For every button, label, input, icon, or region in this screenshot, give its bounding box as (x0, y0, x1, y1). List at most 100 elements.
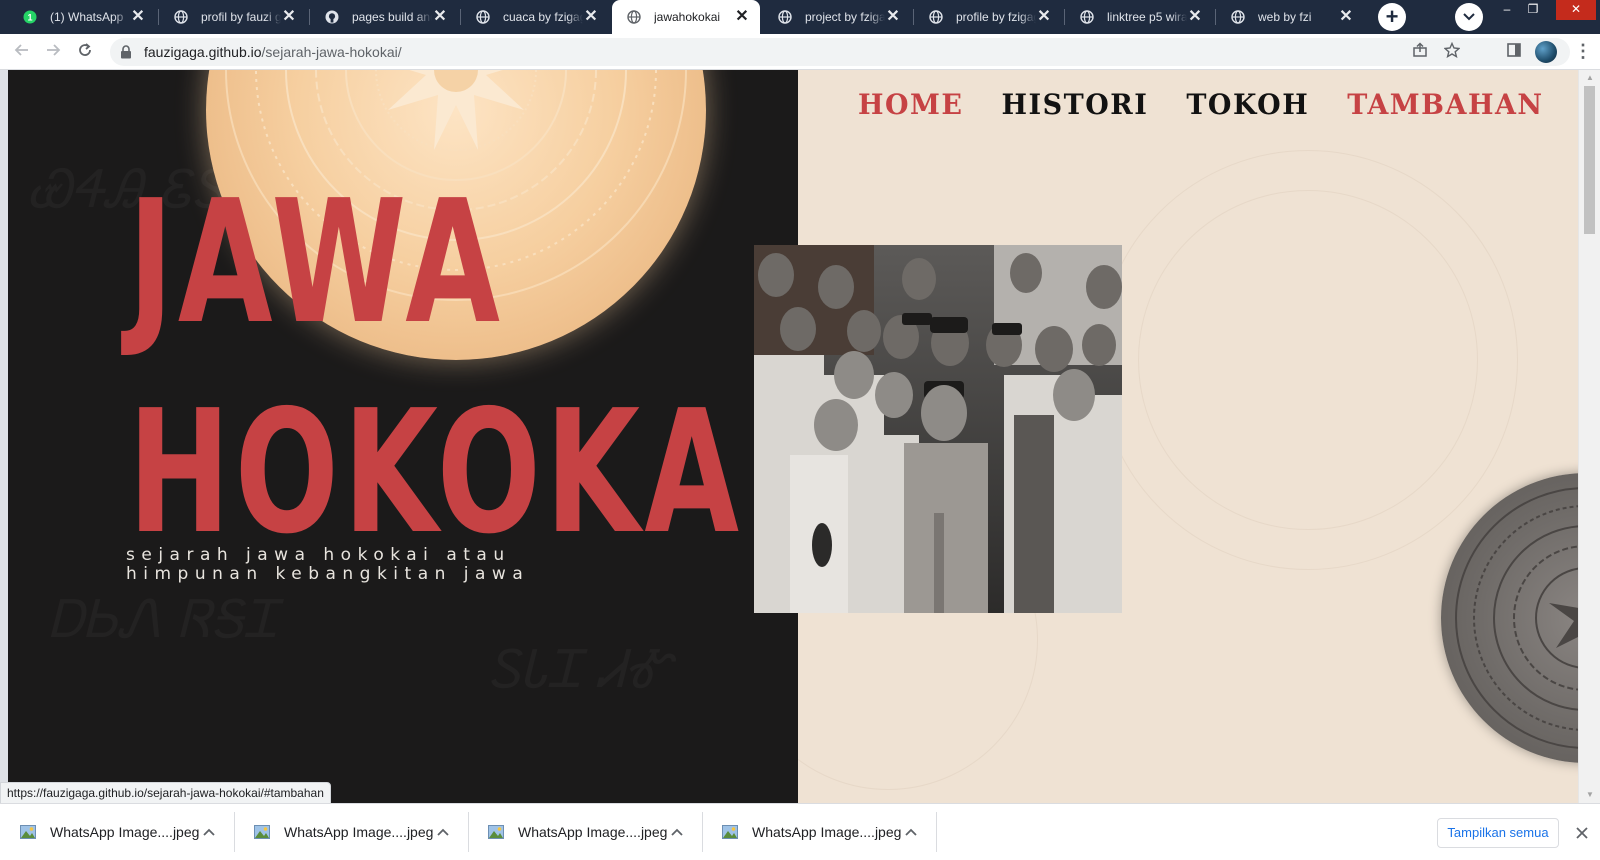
chevron-up-icon[interactable] (901, 820, 920, 844)
tab-title: web by fzi (1258, 10, 1312, 24)
scroll-down-arrow-icon[interactable]: ▼ (1579, 787, 1600, 803)
historical-group-photo (754, 245, 1122, 613)
tab-pages-build[interactable]: pages build and deployment ✕ (310, 0, 458, 34)
hero-subtitle: sejarah jawa hokokai atau himpunan keban… (126, 545, 530, 584)
url-text[interactable]: fauzigaga.github.io/sejarah-jawa-hokokai… (144, 44, 402, 60)
chevron-up-icon[interactable] (433, 820, 452, 844)
close-tab-icon[interactable]: ✕ (130, 9, 146, 25)
side-panel-button[interactable] (1502, 40, 1526, 64)
url-host: fauzigaga.github.io (144, 44, 262, 60)
lock-icon[interactable] (120, 45, 134, 59)
tab-web[interactable]: web by fzi ✕ (1216, 0, 1364, 34)
nav-histori-link[interactable]: HISTORI (1002, 90, 1149, 122)
star-icon (1443, 41, 1461, 63)
forward-button[interactable] (41, 40, 65, 64)
globe-icon (626, 9, 642, 25)
browser-toolbar: fauzigaga.github.io/sejarah-jawa-hokokai… (0, 34, 1600, 70)
whatsapp-icon: 1 (22, 9, 38, 25)
arrow-right-icon (45, 42, 61, 63)
bronze-drum-ornament (1441, 473, 1578, 763)
globe-icon (1079, 9, 1095, 25)
nav-tokoh-link[interactable]: TOKOH (1186, 90, 1309, 122)
close-tab-icon[interactable]: ✕ (281, 9, 297, 25)
profile-avatar[interactable] (1535, 41, 1557, 63)
svg-text:1: 1 (27, 13, 32, 23)
close-window-button[interactable]: ✕ (1556, 0, 1596, 20)
tab-title: project by fzigaga (805, 10, 885, 24)
address-bar[interactable]: fauzigaga.github.io/sejarah-jawa-hokokai… (110, 38, 1570, 66)
show-all-downloads-button[interactable]: Tampilkan semua (1437, 818, 1559, 848)
close-tab-icon[interactable]: ✕ (1338, 9, 1354, 25)
tab-title: pages build and deployment (352, 10, 432, 24)
tab-title: profile by fzigaga (956, 10, 1036, 24)
paper-texture-ring (1138, 190, 1478, 530)
download-filename: WhatsApp Image....jpeg (752, 824, 902, 840)
chevron-up-icon[interactable] (199, 820, 218, 844)
bookmark-button[interactable] (1440, 40, 1464, 64)
new-tab-button[interactable]: + (1378, 3, 1406, 31)
chevron-down-icon (1463, 8, 1475, 26)
restore-button[interactable]: ❐ (1520, 0, 1546, 20)
scrollbar-thumb[interactable] (1584, 86, 1595, 234)
reload-icon (77, 42, 93, 63)
globe-icon (173, 9, 189, 25)
background-script-decoration: ᎠᏏᏁ ᏒᎦᏆ (48, 590, 278, 651)
image-file-icon (254, 825, 270, 839)
tab-search-button[interactable] (1455, 3, 1483, 31)
download-item[interactable]: WhatsApp Image....jpeg (234, 812, 466, 852)
close-tab-icon[interactable]: ✕ (734, 9, 750, 25)
close-tab-icon[interactable]: ✕ (1187, 9, 1203, 25)
globe-icon (1230, 9, 1246, 25)
nav-tambahan-link[interactable]: TAMBAHAN (1347, 90, 1543, 122)
download-item[interactable]: WhatsApp Image....jpeg (702, 812, 934, 852)
close-tab-icon[interactable]: ✕ (583, 9, 599, 25)
menu-icon[interactable]: ⋮ (1574, 42, 1592, 60)
tab-title: jawahokokai (654, 10, 721, 24)
download-filename: WhatsApp Image....jpeg (284, 824, 434, 840)
download-item[interactable]: WhatsApp Image....jpeg (0, 812, 232, 852)
tab-project[interactable]: project by fzigaga ✕ (763, 0, 911, 34)
download-filename: WhatsApp Image....jpeg (518, 824, 668, 840)
reload-button[interactable] (73, 40, 97, 64)
download-shelf: WhatsApp Image....jpeg WhatsApp Image...… (0, 803, 1600, 860)
back-button[interactable] (10, 40, 34, 64)
main-nav: HOME HISTORI TOKOH TAMBAHAN (858, 90, 1544, 122)
drum-pattern (1455, 487, 1578, 749)
tab-linktree[interactable]: linktree p5 wirausaha ✕ (1065, 0, 1213, 34)
link-status-bubble: https://fauzigaga.github.io/sejarah-jawa… (0, 782, 331, 804)
download-item[interactable]: WhatsApp Image....jpeg (468, 812, 700, 852)
github-icon (324, 9, 340, 25)
close-tab-icon[interactable]: ✕ (885, 9, 901, 25)
share-button[interactable] (1408, 40, 1432, 64)
download-separator (936, 812, 937, 852)
tab-title: linktree p5 wirausaha (1107, 10, 1187, 24)
tab-profile[interactable]: profile by fzigaga ✕ (914, 0, 1062, 34)
tab-whatsapp[interactable]: 1 (1) WhatsApp ✕ (8, 0, 156, 34)
close-tab-icon[interactable]: ✕ (432, 9, 448, 25)
image-file-icon (488, 825, 504, 839)
close-tab-icon[interactable]: ✕ (1036, 9, 1052, 25)
nav-home-link[interactable]: HOME (858, 90, 964, 122)
minimize-button[interactable]: – (1494, 0, 1520, 20)
tab-title: cuaca by fzigaga (503, 10, 583, 24)
tab-jawahokokai[interactable]: jawahokokai ✕ (612, 0, 760, 34)
page-scrollbar[interactable]: ▲ ▼ (1578, 70, 1600, 803)
share-icon (1412, 41, 1428, 63)
group-photo-image (754, 245, 1122, 613)
hero-title-line1: JAWA (128, 164, 505, 362)
hero-left-panel: ᏯᏎᎯ ᏋᏕ ᏔᏓ ᎠᏏᏁ ᏒᎦᏆ ᏚᏓᏆ ᏗᎹ JAWA HOKOKA (8, 70, 798, 803)
background-script-decoration: ᏚᏓᏆ ᏗᎹ (488, 640, 671, 701)
tab-cuaca[interactable]: cuaca by fzigaga ✕ (461, 0, 609, 34)
arrow-left-icon (14, 42, 30, 63)
chevron-up-icon[interactable] (667, 820, 686, 844)
hero-title-line2: HOKOKAI (128, 374, 794, 572)
globe-icon (928, 9, 944, 25)
tab-title: profil by fauzi gaga (201, 10, 281, 24)
scroll-up-arrow-icon[interactable]: ▲ (1579, 70, 1600, 86)
close-icon[interactable] (1570, 821, 1594, 845)
image-file-icon (722, 825, 738, 839)
download-filename: WhatsApp Image....jpeg (50, 824, 200, 840)
page-viewport: ᏯᏎᎯ ᏋᏕ ᏔᏓ ᎠᏏᏁ ᏒᎦᏆ ᏚᏓᏆ ᏗᎹ JAWA HOKOKA (8, 70, 1578, 803)
tab-profil[interactable]: profil by fauzi gaga ✕ (159, 0, 307, 34)
image-file-icon (20, 825, 36, 839)
